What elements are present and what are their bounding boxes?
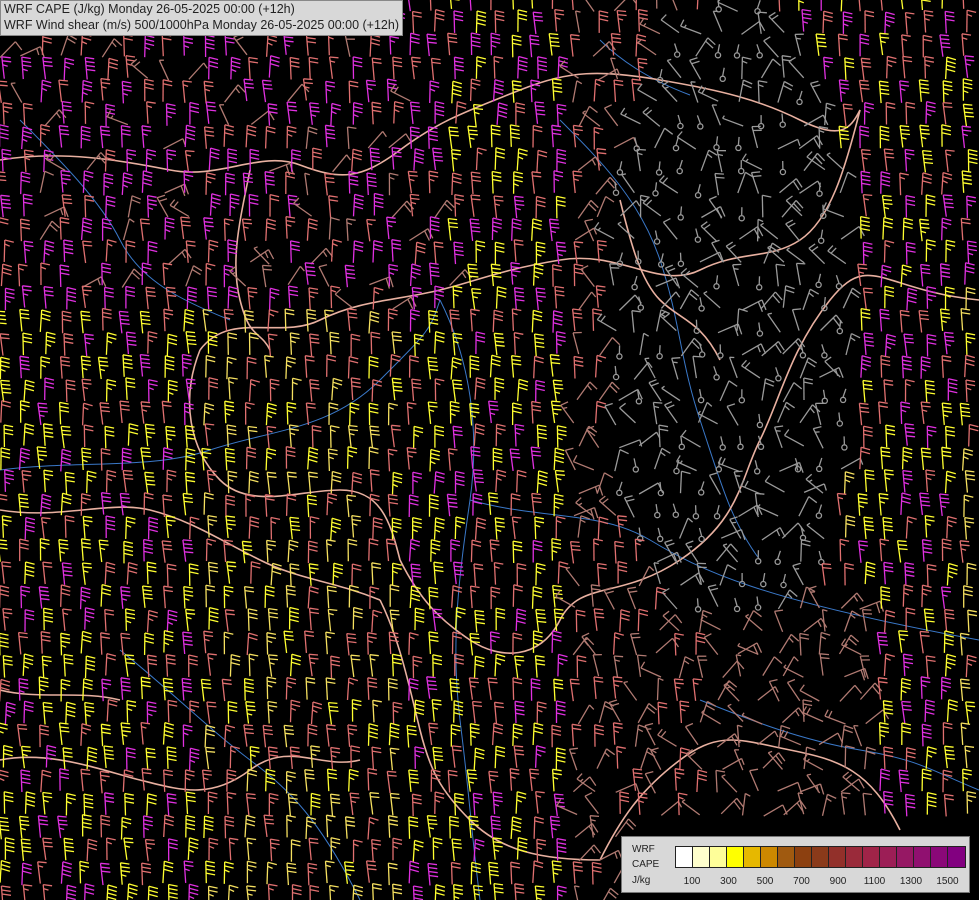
legend-tick-label: 300 [720, 876, 737, 887]
legend-tick-label: 1100 [863, 876, 886, 887]
legend-swatch [727, 847, 744, 867]
legend-field-label: CAPE [632, 859, 660, 870]
legend-swatch [812, 847, 829, 867]
map-title-box: WRF CAPE (J/kg) Monday 26-05-2025 00:00 … [0, 0, 404, 36]
legend-swatch [693, 847, 710, 867]
legend-swatch [863, 847, 880, 867]
legend-tick-label: 1500 [936, 876, 959, 887]
legend-swatch [897, 847, 914, 867]
legend-color-bar [675, 846, 966, 868]
legend-swatch [829, 847, 846, 867]
title-wind-shear: WRF Wind shear (m/s) 500/1000hPa Monday … [4, 17, 400, 32]
legend-swatch [761, 847, 778, 867]
legend-swatch [931, 847, 948, 867]
legend-unit-label: J/kg [632, 875, 651, 886]
legend-tick-label: 900 [829, 876, 847, 887]
legend-tick-label: 100 [683, 876, 701, 887]
legend-tick-label: 700 [793, 876, 810, 887]
legend-swatch [795, 847, 812, 867]
legend-swatch [744, 847, 761, 867]
legend-swatch [914, 847, 931, 867]
legend-swatch [710, 847, 727, 867]
legend-swatch [846, 847, 863, 867]
legend-model-label: WRF [632, 844, 655, 855]
cape-legend: WRF CAPE J/kg 100 300 500 700 900 1100 1300 150… [621, 836, 970, 893]
weather-map [0, 0, 979, 900]
legend-swatch [778, 847, 795, 867]
legend-swatch [948, 847, 965, 867]
legend-swatch [880, 847, 897, 867]
legend-tick-label: 1300 [899, 876, 923, 887]
title-cape: WRF CAPE (J/kg) Monday 26-05-2025 00:00 … [4, 2, 295, 16]
legend-swatch [676, 847, 693, 867]
legend-tick-label: 500 [756, 876, 774, 887]
